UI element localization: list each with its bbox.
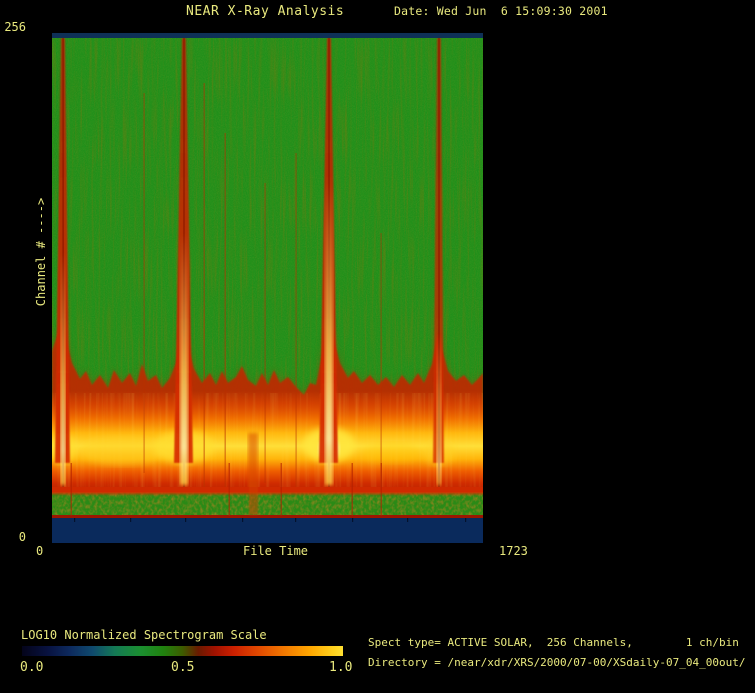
- spectrogram-image[interactable]: [52, 33, 483, 543]
- y-axis-max-tick: 256: [4, 20, 26, 34]
- y-axis-label: Channel # ---->: [34, 197, 48, 307]
- near-xray-analysis-window: NEAR X-Ray Analysis Date: Wed Jun 6 15:0…: [0, 0, 755, 693]
- colorbar-tick-0: 0.0: [20, 660, 44, 675]
- colorbar: [22, 646, 343, 656]
- header-date: Date: Wed Jun 6 15:09:30 2001: [394, 4, 608, 18]
- x-axis-label: File Time: [243, 544, 309, 558]
- spect-type-line: Spect type= ACTIVE SOLAR, 256 Channels, …: [368, 636, 739, 649]
- colorbar-tick-1: 0.5: [171, 660, 195, 675]
- spectrogram-plot[interactable]: [52, 33, 483, 543]
- colorbar-tick-2: 1.0: [329, 660, 353, 675]
- x-axis-max-tick: 1723: [499, 544, 528, 558]
- y-axis-min-tick: 0: [18, 530, 26, 544]
- x-axis-min-tick: 0: [36, 544, 44, 558]
- directory-line: Directory = /near/xdr/XRS/2000/07-00/XSd…: [368, 656, 746, 669]
- page-title: NEAR X-Ray Analysis: [186, 4, 345, 19]
- colorbar-title: LOG10 Normalized Spectrogram Scale: [21, 628, 267, 642]
